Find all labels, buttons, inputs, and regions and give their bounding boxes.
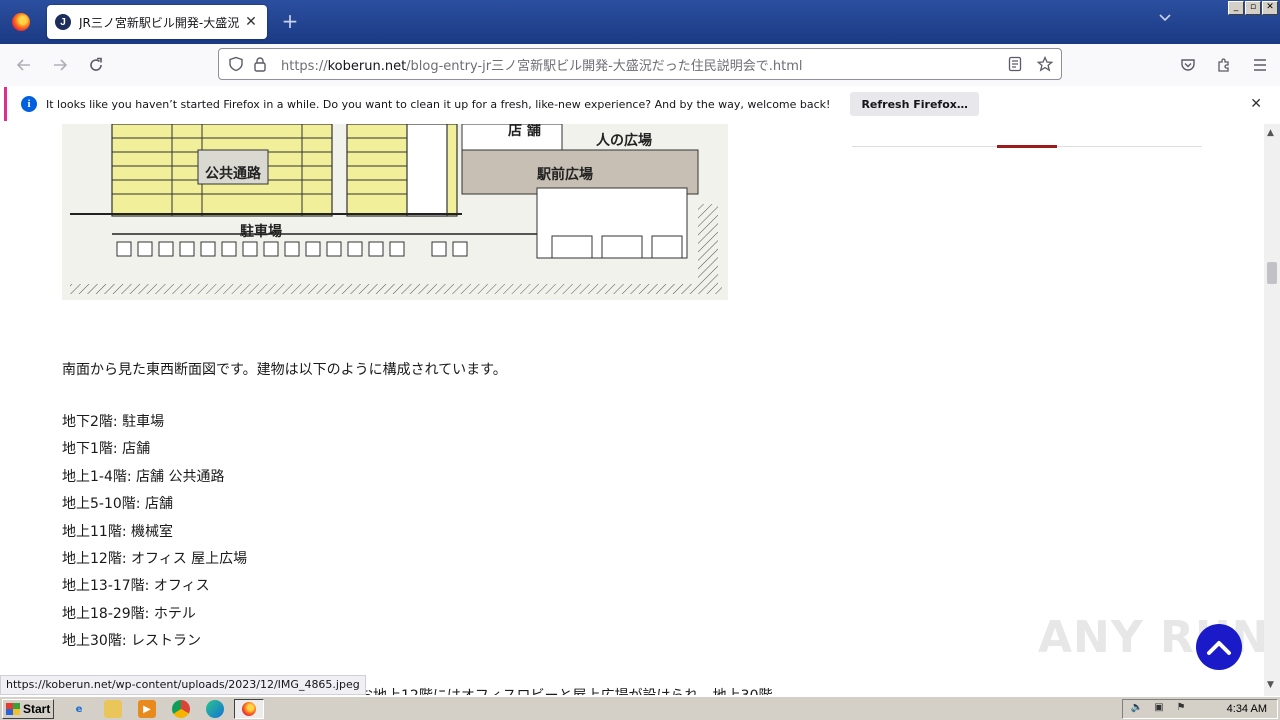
back-arrow-icon[interactable] — [12, 53, 36, 77]
file-explorer-icon[interactable] — [104, 700, 122, 718]
close-window-icon[interactable]: ✕ — [1262, 1, 1278, 15]
tab-title: JR三ノ宮新駅ビル開発-大盛況だった住民説明会で — [79, 15, 239, 30]
list-all-tabs-icon[interactable] — [1158, 12, 1174, 32]
internet-explorer-icon[interactable]: e — [70, 700, 88, 718]
new-tab-icon[interactable]: + — [280, 10, 300, 34]
tab-close-icon[interactable]: ✕ — [243, 14, 259, 30]
tab-strip: J JR三ノ宮新駅ビル開発-大盛況だった住民説明会で ✕ + _ ▫ ✕ — [0, 0, 1280, 44]
firefox-icon — [12, 13, 30, 31]
firefox-menu-button[interactable] — [0, 0, 42, 44]
scrollbar-thumb[interactable] — [1267, 262, 1277, 284]
bookmark-star-icon[interactable] — [1035, 54, 1055, 74]
start-button[interactable]: Start — [2, 699, 54, 719]
url-host: koberun.net — [327, 58, 407, 74]
article-next-paragraph-partial: なお地上12階にはオフィスロビーと屋上広場が設けられ、地上30階… — [345, 685, 815, 695]
lock-icon[interactable] — [251, 55, 269, 73]
reader-view-icon[interactable] — [1005, 54, 1025, 74]
refresh-firefox-notification: i It looks like you haven’t started Fire… — [4, 87, 1276, 121]
window-controls: _ ▫ ✕ — [1228, 1, 1278, 15]
url-prefix: https:// — [281, 58, 328, 74]
navigation-toolbar: https://koberun.net/blog-entry-jr三ノ宮新駅ビル… — [0, 44, 1280, 86]
volume-icon[interactable]: 🔈 — [1129, 702, 1145, 716]
chrome-icon[interactable] — [172, 700, 190, 718]
refresh-firefox-button[interactable]: Refresh Firefox… — [850, 92, 979, 116]
figure-label-parking: 駐車場 — [240, 224, 282, 240]
vertical-scrollbar[interactable]: ▲ ▼ — [1264, 124, 1280, 696]
article-intro-paragraph: 南面から見た東西断面図です。建物は以下のように構成されています。 — [62, 362, 507, 378]
action-center-flag-icon[interactable]: ⚑ — [1173, 702, 1189, 716]
scroll-to-top-button[interactable] — [1196, 624, 1242, 670]
extensions-icon[interactable] — [1214, 55, 1234, 75]
clock[interactable]: 4:34 AM — [1227, 703, 1267, 715]
floor-item: 地上5-10階: 店舗 — [62, 496, 173, 513]
tracking-protection-shield-icon[interactable] — [227, 55, 245, 73]
url-path: /blog-entry-jr三ノ宮新駅ビル開発-大盛況だった住民説明会で.htm… — [406, 58, 803, 74]
network-icon[interactable]: ▣ — [1151, 702, 1167, 716]
address-bar[interactable]: https://koberun.net/blog-entry-jr三ノ宮新駅ビル… — [218, 48, 1062, 80]
system-tray: 🔈 ▣ ⚑ 4:34 AM — [1122, 699, 1278, 719]
start-label: Start — [23, 702, 51, 716]
media-player-icon[interactable]: ▶ — [138, 700, 156, 718]
scroll-down-arrow-icon[interactable]: ▼ — [1267, 680, 1274, 690]
windows-logo-icon — [6, 703, 20, 715]
floor-item: 地上1-4階: 店舗 公共通路 — [62, 468, 225, 485]
floor-plan-image[interactable]: 店 舗 人の広場 公共通路 駅前広場 駐車場 — [62, 124, 728, 300]
floor-item: 地上30階: レストラン — [62, 633, 201, 650]
pocket-icon[interactable] — [1178, 55, 1198, 75]
floor-item: 地下2階: 駐車場 — [62, 414, 165, 430]
scroll-up-arrow-icon[interactable]: ▲ — [1267, 128, 1274, 138]
page-content: 店 舗 人の広場 公共通路 駅前広場 駐車場 南面から見た東西断面図です。建物は… — [0, 124, 1264, 696]
figure-label-people-plaza: 人の広場 — [596, 133, 652, 149]
edge-icon[interactable] — [206, 700, 224, 718]
notification-text: It looks like you haven’t started Firefo… — [46, 97, 831, 111]
chevron-up-icon — [1207, 641, 1231, 655]
info-icon: i — [21, 96, 37, 112]
floor-list: 地下2階: 駐車場 地下1階: 店舗 地上1-4階: 店舗 公共通路 地上5-1… — [62, 411, 247, 658]
floor-item: 地上12階: オフィス 屋上広場 — [62, 550, 248, 567]
floor-item: 地上11階: 機械室 — [62, 523, 173, 540]
link-status-url: https://koberun.net/wp-content/uploads/2… — [0, 675, 366, 695]
figure-label-shop: 店 舗 — [508, 124, 541, 139]
url-text[interactable]: https://koberun.net/blog-entry-jr三ノ宮新駅ビル… — [281, 55, 1001, 74]
figure-label-public-passage: 公共通路 — [205, 166, 261, 182]
hamburger-menu-icon[interactable] — [1250, 55, 1270, 75]
minimize-icon[interactable]: _ — [1228, 1, 1244, 15]
notification-close-icon[interactable]: ✕ — [1250, 96, 1262, 112]
restore-icon[interactable]: ▫ — [1245, 1, 1261, 15]
tab-active[interactable]: J JR三ノ宮新駅ビル開発-大盛況だった住民説明会で ✕ — [47, 5, 267, 39]
taskbar-firefox-button[interactable] — [234, 699, 264, 719]
site-favicon-icon: J — [55, 14, 71, 30]
forward-arrow-icon[interactable] — [48, 53, 72, 77]
floor-plan-drawing — [62, 124, 728, 300]
floor-item: 地上13-17階: オフィス — [62, 578, 210, 595]
figure-label-station-plaza: 駅前広場 — [537, 167, 593, 183]
floor-item: 地下1階: 店舗 — [62, 441, 151, 458]
firefox-taskbar-icon — [242, 702, 256, 716]
windows-taskbar: Start e ▶ 🔈 ▣ ⚑ 4:34 AM — [0, 696, 1280, 720]
sidebar-accent-bar — [997, 145, 1057, 148]
floor-item: 地上18-29階: ホテル — [62, 605, 196, 622]
reload-icon[interactable] — [84, 53, 108, 77]
